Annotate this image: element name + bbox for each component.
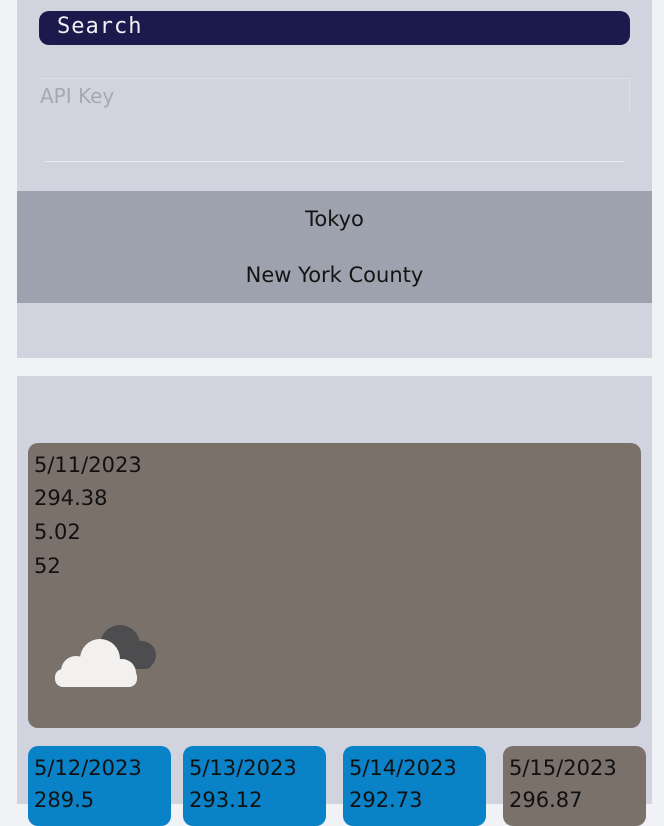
current-date: 5/11/2023 — [34, 453, 142, 477]
history-item-new-york-county[interactable]: New York County — [17, 247, 652, 303]
partly-cloudy-icon — [55, 625, 156, 687]
forecast-date: 5/14/2023 — [349, 756, 457, 780]
search-panel: Search Tokyo New York County — [17, 0, 652, 358]
current-weather-card: 5/11/2023 294.38 5.02 52 — [28, 443, 641, 728]
forecast-date: 5/13/2023 — [189, 756, 297, 780]
history-item-tokyo[interactable]: Tokyo — [17, 191, 652, 247]
forecast-temp: 293.12 — [189, 788, 263, 812]
weather-panel: 5/11/2023 294.38 5.02 52 5/12/2023 289.5… — [17, 376, 652, 826]
forecast-card: 5/15/2023 296.87 — [503, 746, 646, 826]
forecast-date: 5/15/2023 — [509, 756, 617, 780]
forecast-temp: 296.87 — [509, 788, 583, 812]
current-humidity: 52 — [34, 554, 61, 578]
search-button-label: Search — [57, 14, 143, 39]
search-history-list: Tokyo New York County — [17, 191, 652, 303]
current-temp: 294.38 — [34, 486, 108, 510]
current-wind: 5.02 — [34, 520, 81, 544]
divider — [45, 161, 624, 162]
forecast-card: 5/13/2023 293.12 — [183, 746, 326, 826]
forecast-card: 5/12/2023 289.5 — [28, 746, 171, 826]
forecast-date: 5/12/2023 — [34, 756, 142, 780]
forecast-card: 5/14/2023 292.73 — [343, 746, 486, 826]
api-key-input[interactable] — [39, 78, 630, 112]
forecast-temp: 292.73 — [349, 788, 423, 812]
search-button[interactable]: Search — [39, 11, 630, 45]
forecast-temp: 289.5 — [34, 788, 95, 812]
